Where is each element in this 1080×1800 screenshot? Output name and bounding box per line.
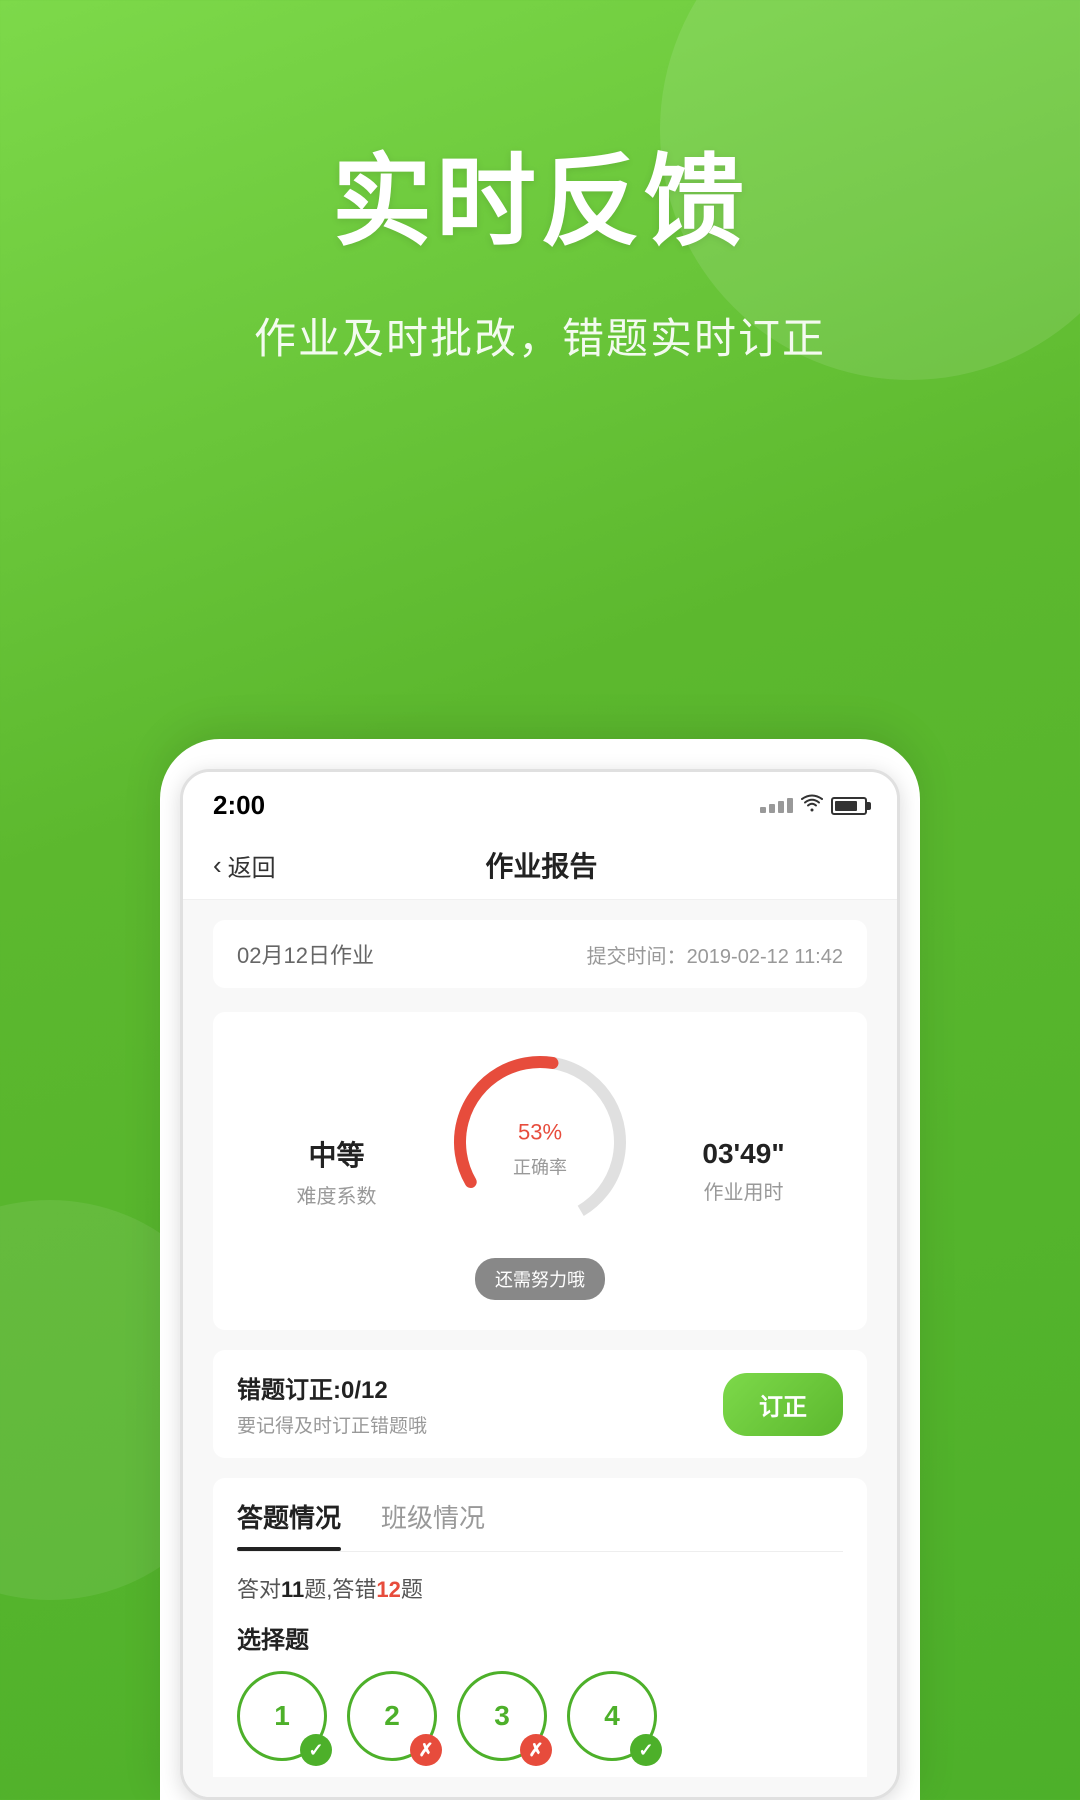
answer-summary: 答对11题,答错12题 bbox=[237, 1572, 843, 1604]
tabs-header: 答题情况 班级情况 bbox=[213, 1478, 867, 1551]
error-hint: 要记得及时订正错题哦 bbox=[237, 1411, 427, 1438]
difficulty-stat: 中等 难度系数 bbox=[233, 1134, 440, 1209]
circular-progress-area: 53% 正确率 还需努力哦 bbox=[440, 1042, 640, 1300]
report-date: 02月12日作业 bbox=[237, 938, 374, 970]
phone-card: 2:00 bbox=[160, 739, 920, 1800]
error-correction-section: 错题订正:0/12 要记得及时订正错题哦 订正 bbox=[213, 1350, 867, 1458]
question-circles: 1 ✓ 2 ✗ 3 ✗ 4 bbox=[237, 1671, 843, 1761]
status-bar: 2:00 bbox=[183, 772, 897, 831]
question-circle-3: 3 ✗ bbox=[457, 1671, 547, 1761]
progress-inner: 53% 正确率 bbox=[513, 1105, 567, 1180]
report-submit-time: 提交时间：2019-02-12 11:42 bbox=[587, 940, 843, 969]
report-header: 02月12日作业 提交时间：2019-02-12 11:42 bbox=[213, 920, 867, 988]
q-badge-3: ✗ bbox=[520, 1734, 552, 1766]
stats-row: 中等 难度系数 bbox=[233, 1042, 847, 1300]
back-arrow-icon: ‹ bbox=[213, 850, 222, 881]
status-icons bbox=[760, 794, 867, 817]
difficulty-value: 中等 bbox=[233, 1134, 440, 1174]
q-badge-4: ✓ bbox=[630, 1734, 662, 1766]
nav-bar: ‹ 返回 作业报告 bbox=[183, 831, 897, 900]
stats-section: 中等 难度系数 bbox=[213, 1012, 867, 1330]
time-value: 03'49" bbox=[640, 1138, 847, 1170]
question-circle-4: 4 ✓ bbox=[567, 1671, 657, 1761]
question-circle-2: 2 ✗ bbox=[347, 1671, 437, 1761]
tabs-section: 答题情况 班级情况 答对11题,答错12题 选择题 bbox=[213, 1478, 867, 1777]
difficulty-label: 难度系数 bbox=[233, 1180, 440, 1209]
hero-section: 实时反馈 作业及时批改，错题实时订正 bbox=[0, 0, 1080, 366]
question-type-label: 选择题 bbox=[237, 1620, 843, 1655]
content-area: 02月12日作业 提交时间：2019-02-12 11:42 中等 难度系数 bbox=[183, 900, 897, 1797]
battery-icon bbox=[831, 797, 867, 815]
correct-button[interactable]: 订正 bbox=[723, 1373, 843, 1436]
q-badge-2: ✗ bbox=[410, 1734, 442, 1766]
percent-value: 53% bbox=[513, 1105, 567, 1150]
error-info: 错题订正:0/12 要记得及时订正错题哦 bbox=[237, 1370, 427, 1438]
answer-stats-content: 答对11题,答错12题 选择题 1 ✓ 2 ✗ bbox=[213, 1552, 867, 1777]
circular-progress: 53% 正确率 bbox=[440, 1042, 640, 1242]
tab-answer-situation[interactable]: 答题情况 bbox=[237, 1498, 341, 1551]
hero-title: 实时反馈 bbox=[0, 120, 1080, 265]
back-button[interactable]: ‹ 返回 bbox=[213, 848, 276, 883]
phone-mockup: 2:00 bbox=[160, 739, 920, 1800]
tab-class-situation[interactable]: 班级情况 bbox=[381, 1498, 485, 1551]
question-circle-1: 1 ✓ bbox=[237, 1671, 327, 1761]
back-label: 返回 bbox=[228, 848, 276, 883]
phone-screen: 2:00 bbox=[180, 769, 900, 1800]
percent-label: 正确率 bbox=[513, 1154, 567, 1180]
q-badge-1: ✓ bbox=[300, 1734, 332, 1766]
signal-icon bbox=[760, 798, 793, 813]
status-time: 2:00 bbox=[213, 790, 265, 821]
error-title: 错题订正:0/12 bbox=[237, 1370, 427, 1405]
hero-subtitle: 作业及时批改，错题实时订正 bbox=[0, 305, 1080, 366]
page-title: 作业报告 bbox=[276, 845, 807, 885]
wifi-icon bbox=[801, 794, 823, 817]
